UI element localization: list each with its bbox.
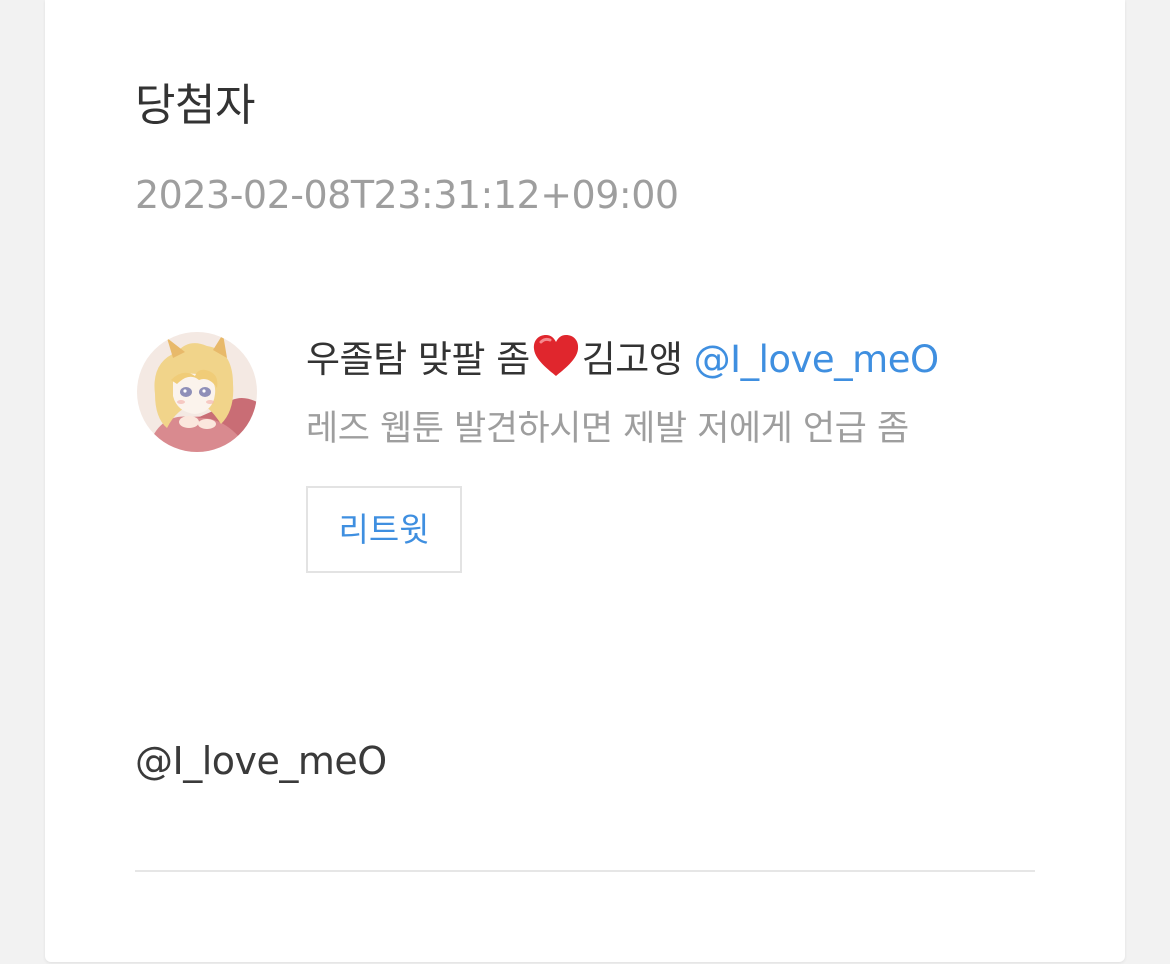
avatar[interactable] bbox=[137, 332, 257, 452]
winner-name-part1: 우졸탐 맞팔 좀 bbox=[306, 338, 530, 381]
heart-icon bbox=[533, 335, 578, 376]
winner-bio: 레즈 웹툰 발견하시면 제발 저에게 언급 좀 bbox=[306, 409, 909, 449]
divider bbox=[135, 870, 1035, 872]
timestamp: 2023-02-08T23:31:12+09:00 bbox=[135, 173, 679, 217]
winner-name-part2: 김고앵 bbox=[581, 338, 683, 381]
winner-card: 당첨자 2023-02-08T23:31:12+09:00 우졸탐 맞팔 좀 김… bbox=[45, 0, 1125, 962]
mention-text: @I_love_meO bbox=[135, 739, 387, 783]
avatar-image bbox=[137, 332, 257, 452]
card-title: 당첨자 bbox=[135, 80, 255, 131]
winner-display-name: 우졸탐 맞팔 좀 김고앵 @I_love_meO bbox=[306, 334, 939, 386]
retweet-button[interactable]: 리트윗 bbox=[306, 486, 462, 573]
winner-handle-link[interactable]: @I_love_meO bbox=[694, 338, 939, 381]
